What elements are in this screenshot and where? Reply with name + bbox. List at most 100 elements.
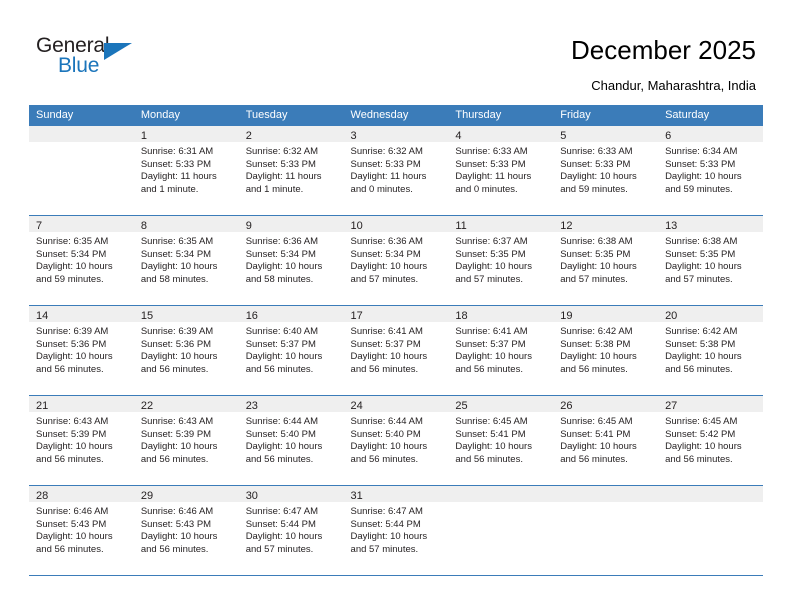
day-cell[interactable]: 8 Sunrise: 6:35 AM Sunset: 5:34 PM Dayli… <box>133 216 239 305</box>
page-header: General Blue December 2025 Chandur, Maha… <box>0 0 792 104</box>
day-number-band: 11 <box>448 216 554 232</box>
sunset-text: Sunset: 5:33 PM <box>350 158 421 170</box>
sunrise-text: Sunrise: 6:32 AM <box>350 146 423 157</box>
sunset-text: Sunset: 5:36 PM <box>36 338 107 350</box>
daylight-text-line2: and 56 minutes. <box>665 363 733 375</box>
day-cell[interactable]: 5 Sunrise: 6:33 AM Sunset: 5:33 PM Dayli… <box>553 126 659 215</box>
day-cell[interactable]: 24 Sunrise: 6:44 AM Sunset: 5:40 PM Dayl… <box>343 396 449 485</box>
sunset-text: Sunset: 5:43 PM <box>140 518 212 530</box>
calendar-week-row: 1 Sunrise: 6:31 AM Sunset: 5:33 PM Dayli… <box>29 126 763 216</box>
day-cell[interactable]: 4 Sunrise: 6:33 AM Sunset: 5:33 PM Dayli… <box>448 126 554 215</box>
day-cell[interactable]: 21 Sunrise: 6:43 AM Sunset: 5:39 PM Dayl… <box>29 396 134 485</box>
daylight-text-line2: and 56 minutes. <box>140 363 209 375</box>
day-cell[interactable]: 12 Sunrise: 6:38 AM Sunset: 5:35 PM Dayl… <box>553 216 659 305</box>
sunset-text: Sunset: 5:38 PM <box>665 338 736 350</box>
day-cell[interactable]: 14 Sunrise: 6:39 AM Sunset: 5:36 PM Dayl… <box>29 306 134 395</box>
day-number: 27 <box>665 400 678 412</box>
daylight-text-line2: and 56 minutes. <box>350 363 419 375</box>
day-cell[interactable]: 10 Sunrise: 6:36 AM Sunset: 5:34 PM Dayl… <box>343 216 449 305</box>
day-header-sunday: Sunday <box>36 109 74 121</box>
day-number-band: 21 <box>29 396 134 412</box>
daylight-text-line1: Daylight: 10 hours <box>455 261 532 273</box>
day-number: 26 <box>560 400 573 412</box>
day-info: Sunrise: 6:43 AM Sunset: 5:39 PM Dayligh… <box>134 412 239 466</box>
day-cell[interactable]: 15 Sunrise: 6:39 AM Sunset: 5:36 PM Dayl… <box>133 306 239 395</box>
day-info: Sunrise: 6:31 AM Sunset: 5:33 PM Dayligh… <box>134 142 239 196</box>
daylight-text-line1: Daylight: 10 hours <box>245 531 323 543</box>
day-number-band: 7 <box>29 216 134 232</box>
day-cell[interactable]: 18 Sunrise: 6:41 AM Sunset: 5:37 PM Dayl… <box>448 306 554 395</box>
day-cell[interactable]: 22 Sunrise: 6:43 AM Sunset: 5:39 PM Dayl… <box>133 396 239 485</box>
sunset-text: Sunset: 5:37 PM <box>455 338 526 350</box>
day-cell[interactable] <box>553 486 659 575</box>
day-number-band <box>29 126 134 142</box>
day-cell[interactable]: 26 Sunrise: 6:45 AM Sunset: 5:41 PM Dayl… <box>553 396 659 485</box>
sunset-text: Sunset: 5:44 PM <box>350 518 421 530</box>
day-header-wednesday: Wednesday <box>350 109 409 121</box>
sunset-text: Sunset: 5:38 PM <box>560 338 631 350</box>
calendar-week-row: 21 Sunrise: 6:43 AM Sunset: 5:39 PM Dayl… <box>29 396 763 486</box>
day-number-band: 29 <box>133 486 239 502</box>
day-number-band: 3 <box>343 126 449 142</box>
day-info: Sunrise: 6:34 AM Sunset: 5:33 PM Dayligh… <box>658 142 763 196</box>
day-number: 31 <box>350 490 363 502</box>
day-info: Sunrise: 6:32 AM Sunset: 5:33 PM Dayligh… <box>344 142 449 196</box>
day-number-band: 13 <box>658 216 763 232</box>
day-cell[interactable] <box>658 486 763 575</box>
day-cell[interactable]: 25 Sunrise: 6:45 AM Sunset: 5:41 PM Dayl… <box>448 396 554 485</box>
day-cell[interactable]: 29 Sunrise: 6:46 AM Sunset: 5:43 PM Dayl… <box>133 486 239 575</box>
daylight-text-line2: and 56 minutes. <box>455 453 523 465</box>
daylight-text-line1: Daylight: 10 hours <box>560 171 637 183</box>
day-cell[interactable]: 13 Sunrise: 6:38 AM Sunset: 5:35 PM Dayl… <box>658 216 763 305</box>
day-cell[interactable]: 31 Sunrise: 6:47 AM Sunset: 5:44 PM Dayl… <box>343 486 449 575</box>
day-info: Sunrise: 6:43 AM Sunset: 5:39 PM Dayligh… <box>29 412 134 466</box>
day-info: Sunrise: 6:45 AM Sunset: 5:41 PM Dayligh… <box>553 412 658 466</box>
day-cell[interactable]: 11 Sunrise: 6:37 AM Sunset: 5:35 PM Dayl… <box>448 216 554 305</box>
daylight-text-line1: Daylight: 10 hours <box>350 351 428 363</box>
day-cell[interactable]: 2 Sunrise: 6:32 AM Sunset: 5:33 PM Dayli… <box>238 126 344 215</box>
sunset-text: Sunset: 5:34 PM <box>350 248 421 260</box>
general-blue-logo[interactable]: General Blue <box>36 34 156 82</box>
daylight-text-line1: Daylight: 10 hours <box>350 261 428 273</box>
day-cell[interactable]: 17 Sunrise: 6:41 AM Sunset: 5:37 PM Dayl… <box>343 306 449 395</box>
day-cell[interactable] <box>29 126 134 215</box>
day-cell[interactable]: 27 Sunrise: 6:45 AM Sunset: 5:42 PM Dayl… <box>658 396 763 485</box>
day-number-band: 31 <box>343 486 449 502</box>
daylight-text-line2: and 58 minutes. <box>140 273 209 285</box>
daylight-text-line1: Daylight: 10 hours <box>665 441 742 453</box>
daylight-text-line2: and 56 minutes. <box>245 453 314 465</box>
day-number: 9 <box>245 220 252 232</box>
day-info: Sunrise: 6:35 AM Sunset: 5:34 PM Dayligh… <box>29 232 134 286</box>
day-cell[interactable]: 3 Sunrise: 6:32 AM Sunset: 5:33 PM Dayli… <box>343 126 449 215</box>
day-cell[interactable] <box>448 486 554 575</box>
day-cell[interactable]: 30 Sunrise: 6:47 AM Sunset: 5:44 PM Dayl… <box>238 486 344 575</box>
day-info: Sunrise: 6:37 AM Sunset: 5:35 PM Dayligh… <box>448 232 553 286</box>
day-cell[interactable]: 19 Sunrise: 6:42 AM Sunset: 5:38 PM Dayl… <box>553 306 659 395</box>
day-cell[interactable]: 28 Sunrise: 6:46 AM Sunset: 5:43 PM Dayl… <box>29 486 134 575</box>
daylight-text-line1: Daylight: 10 hours <box>140 351 218 363</box>
daylight-text-line2: and 56 minutes. <box>665 453 733 465</box>
sunset-text: Sunset: 5:35 PM <box>560 248 631 260</box>
day-cell[interactable]: 1 Sunrise: 6:31 AM Sunset: 5:33 PM Dayli… <box>133 126 239 215</box>
day-number: 29 <box>140 490 154 502</box>
sunset-text: Sunset: 5:37 PM <box>245 338 316 350</box>
day-info: Sunrise: 6:47 AM Sunset: 5:44 PM Dayligh… <box>344 502 449 556</box>
day-cell[interactable]: 7 Sunrise: 6:35 AM Sunset: 5:34 PM Dayli… <box>29 216 134 305</box>
day-number-band: 1 <box>133 126 239 142</box>
daylight-text-line1: Daylight: 10 hours <box>36 261 113 273</box>
sunset-text: Sunset: 5:35 PM <box>665 248 736 260</box>
day-info: Sunrise: 6:42 AM Sunset: 5:38 PM Dayligh… <box>553 322 658 376</box>
day-info: Sunrise: 6:36 AM Sunset: 5:34 PM Dayligh… <box>239 232 344 286</box>
day-number: 6 <box>665 130 672 142</box>
day-number-band <box>658 486 763 502</box>
day-cell[interactable]: 16 Sunrise: 6:40 AM Sunset: 5:37 PM Dayl… <box>238 306 344 395</box>
day-cell[interactable]: 9 Sunrise: 6:36 AM Sunset: 5:34 PM Dayli… <box>238 216 344 305</box>
day-cell[interactable]: 6 Sunrise: 6:34 AM Sunset: 5:33 PM Dayli… <box>658 126 763 215</box>
day-cell[interactable]: 23 Sunrise: 6:44 AM Sunset: 5:40 PM Dayl… <box>238 396 344 485</box>
day-number: 8 <box>140 220 147 232</box>
sunrise-text: Sunrise: 6:47 AM <box>245 506 319 517</box>
day-cell[interactable]: 20 Sunrise: 6:42 AM Sunset: 5:38 PM Dayl… <box>658 306 763 395</box>
sunrise-text: Sunrise: 6:42 AM <box>560 326 633 337</box>
day-info: Sunrise: 6:38 AM Sunset: 5:35 PM Dayligh… <box>553 232 658 286</box>
day-number-band: 23 <box>238 396 344 412</box>
